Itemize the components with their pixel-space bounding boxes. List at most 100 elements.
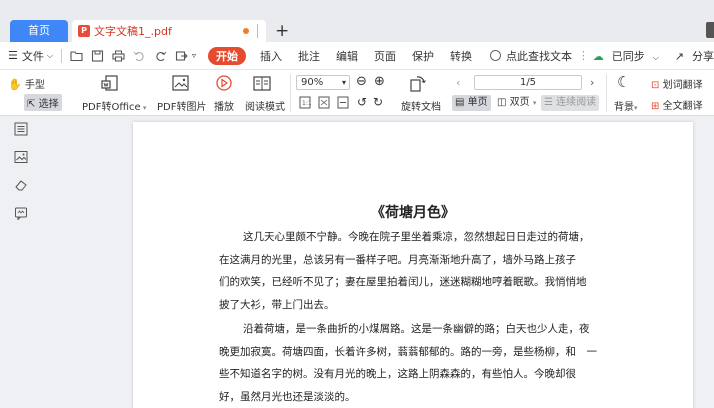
page-navigator: ‹ 1/5 › xyxy=(452,75,602,90)
quick-access-dropdown-icon[interactable]: ▿ xyxy=(192,51,196,60)
pdf-to-office-button[interactable]: PDF转Office ▾ xyxy=(82,98,146,113)
hamburger-icon: ☰ xyxy=(8,49,18,62)
unsaved-dot-icon[interactable] xyxy=(243,28,249,34)
pdf-to-office-icon[interactable] xyxy=(101,75,121,93)
cloud-sync-icon: ☁ xyxy=(592,50,604,63)
continuous-read-icon: ☰ xyxy=(544,97,553,108)
background-button[interactable]: 背景▾ xyxy=(614,98,638,113)
export-icon[interactable] xyxy=(175,50,188,62)
fit-width-icon[interactable] xyxy=(337,96,349,109)
share-label: 分享 xyxy=(692,50,714,63)
file-menu[interactable]: ☰ 文件 ⌵ xyxy=(8,48,53,64)
text-line: 们的欢笑，已经听不见了；妻在屋里拍着闰儿，迷迷糊糊地哼着眠歌。我悄悄地 xyxy=(219,276,587,288)
double-page-label: 双页 xyxy=(509,97,530,108)
read-mode-button[interactable]: 阅读模式 xyxy=(245,98,285,113)
single-page-button[interactable]: ▤ 单页 xyxy=(452,95,491,111)
print-icon[interactable] xyxy=(112,50,125,62)
single-page-label: 单页 xyxy=(467,97,488,108)
rotate-right-icon[interactable]: ↻ xyxy=(373,95,383,109)
new-tab-button[interactable]: + xyxy=(275,20,289,42)
thumbnails-icon[interactable] xyxy=(14,122,28,136)
pdf-page[interactable]: 《荷塘月色》 这几天心里颇不宁静。今晚在院子里坐着乘凉，忽然想起日日走过的荷塘，… xyxy=(133,122,693,408)
save-icon[interactable] xyxy=(91,49,104,62)
eraser-icon[interactable] xyxy=(14,178,28,192)
ribbon-divider xyxy=(606,74,607,112)
fit-page-icon[interactable] xyxy=(318,96,330,109)
translate-icon: ⊡ xyxy=(651,80,660,91)
rotate-left-icon[interactable]: ↺ xyxy=(357,95,367,109)
chevron-down-icon: ▾ xyxy=(140,104,147,112)
chevron-down-icon: ▾ xyxy=(341,78,346,87)
chevron-down-icon: ⌵ xyxy=(46,50,53,60)
hand-tool-button[interactable]: ✋ 手型 xyxy=(8,76,45,91)
share-button[interactable]: ↗ 分享 xyxy=(667,48,714,64)
chevron-down-icon: ⌵ xyxy=(652,53,659,62)
pdf-to-image-icon[interactable] xyxy=(171,75,191,93)
continuous-read-button[interactable]: ☰ 连续阅读 xyxy=(541,95,600,111)
annotation-icon[interactable] xyxy=(14,206,28,220)
undo-icon[interactable] xyxy=(133,50,146,62)
paragraph-1: 这几天心里颇不宁静。今晚在院子里坐着乘凉，忽然想起日日走过的荷塘， 在这满月的光… xyxy=(219,226,607,316)
cursor-icon: ⇱ xyxy=(27,99,36,110)
play-button[interactable]: 播放 xyxy=(214,98,234,113)
open-folder-icon[interactable] xyxy=(70,50,83,62)
word-translate-label: 划词翻译 xyxy=(662,80,703,91)
image-icon[interactable] xyxy=(14,150,28,164)
background-icon[interactable]: ☾ xyxy=(617,73,630,91)
full-translate-label: 全文翻译 xyxy=(662,101,703,112)
text-line: 好，虽然月光也还是淡淡的。 xyxy=(219,390,356,403)
chevron-down-icon: ▾ xyxy=(532,99,537,107)
text-line: 在这满月的光里，总该另有一番样子吧。月亮渐渐地升高了，墙外马路上孩子 xyxy=(219,253,576,266)
sync-label: 已同步 xyxy=(611,50,645,63)
rotate-document-icon[interactable] xyxy=(409,74,427,92)
paragraph-2: 沿着荷塘，是一条曲折的小煤屑路。这是一条幽僻的路；白天也少人走，夜 晚更加寂寞。… xyxy=(219,318,607,408)
tab-document[interactable]: P 文字文稿1_.pdf xyxy=(72,20,266,42)
select-tool-label: 选择 xyxy=(38,99,59,110)
pdf-to-image-button[interactable]: PDF转图片 xyxy=(157,98,206,113)
svg-text:1:1: 1:1 xyxy=(302,100,311,107)
menu-edit[interactable]: 编辑 xyxy=(336,48,358,64)
hand-tool-label: 手型 xyxy=(24,80,45,91)
menu-annotate[interactable]: 批注 xyxy=(298,48,320,64)
rotate-document-button[interactable]: 旋转文档 xyxy=(401,98,441,113)
left-sidebar xyxy=(0,116,40,408)
document-viewer[interactable]: 《荷塘月色》 这几天心里颇不宁静。今晚在院子里坐着乘凉，忽然想起日日走过的荷塘，… xyxy=(40,116,714,408)
menu-insert[interactable]: 插入 xyxy=(260,48,282,64)
search-label: 点此查找文本 xyxy=(505,49,572,63)
menu-protect[interactable]: 保护 xyxy=(412,48,434,64)
text-line: 沿着荷塘，是一条曲折的小煤屑路。这是一条幽僻的路；白天也少人走，夜 xyxy=(243,323,590,335)
background-label: 背景 xyxy=(614,102,634,113)
full-translate-button[interactable]: ⊞ 全文翻译 xyxy=(651,97,703,112)
search-icon xyxy=(489,50,501,61)
menu-start[interactable]: 开始 xyxy=(207,46,246,65)
word-translate-button[interactable]: ⊡ 划词翻译 xyxy=(651,76,703,91)
document-title: 《荷塘月色》 xyxy=(371,205,455,221)
actual-size-icon[interactable]: 1:1 xyxy=(299,96,311,109)
text-line: 晚更加寂寞。荷塘四面，长着许多树，蓊蓊郁郁的。路的一旁，是些杨柳，和 一 xyxy=(219,345,597,358)
menu-page[interactable]: 页面 xyxy=(374,48,396,64)
ribbon-divider xyxy=(290,74,291,112)
zoom-out-icon[interactable]: ⊖ xyxy=(356,74,367,89)
search-text-button[interactable]: 点此查找文本 ⋮ xyxy=(489,48,589,64)
text-line: 些不知道名字的树。没有月光的晚上，这路上阴森森的，有些怕人。今晚却很 xyxy=(219,368,576,380)
play-icon[interactable] xyxy=(215,75,233,93)
text-line: 这几天心里颇不宁静。今晚在院子里坐着乘凉，忽然想起日日走过的荷塘， xyxy=(243,231,590,243)
page-number-input[interactable]: 1/5 xyxy=(474,75,582,90)
select-tool-button[interactable]: ⇱ 选择 xyxy=(24,94,62,111)
window-control-icon[interactable] xyxy=(706,22,714,38)
zoom-in-icon[interactable]: ⊕ xyxy=(374,74,385,89)
double-page-button[interactable]: ◫ 双页 ▾ xyxy=(494,95,539,111)
read-mode-icon[interactable] xyxy=(253,75,271,93)
zoom-select[interactable]: 90% ▾ xyxy=(296,75,350,90)
chevron-down-icon: ▾ xyxy=(634,104,638,112)
tab-home[interactable]: 首页 xyxy=(10,20,68,42)
menu-convert[interactable]: 转换 xyxy=(450,48,472,64)
redo-icon[interactable] xyxy=(154,50,167,62)
continuous-read-label: 连续阅读 xyxy=(556,97,597,108)
zoom-value: 90% xyxy=(301,77,324,88)
previous-page-icon[interactable]: ‹ xyxy=(456,75,460,90)
next-page-icon[interactable]: › xyxy=(590,75,594,90)
text-line: 披了大衫，带上门出去。 xyxy=(219,298,335,311)
menu-divider xyxy=(60,48,62,63)
sync-status[interactable]: ☁ 已同步 ⌵ xyxy=(585,48,659,64)
